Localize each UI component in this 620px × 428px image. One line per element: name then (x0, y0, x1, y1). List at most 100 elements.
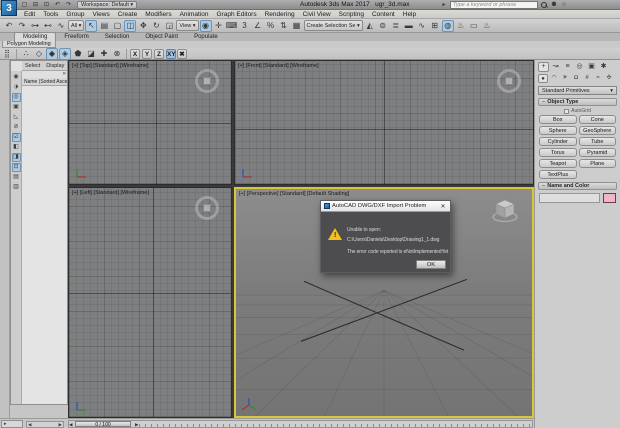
primitive-button[interactable]: Plane (578, 159, 616, 168)
display-hidden-icon[interactable]: ▤ (12, 173, 21, 182)
search-collapse-icon[interactable]: ▸ (440, 1, 448, 9)
menu-item[interactable]: Graph Editors (213, 11, 261, 18)
geometry-category-icon[interactable]: ● (538, 74, 548, 83)
display-layers-icon[interactable]: ▥ (12, 183, 21, 192)
menu-item[interactable]: Create (114, 11, 142, 18)
name-color-rollout-header[interactable]: − Name and Color (538, 182, 617, 190)
spinner-snap-icon[interactable]: ⇅ (278, 20, 290, 32)
hierarchy-tab-icon[interactable]: ≡ (562, 62, 573, 72)
viewport-front[interactable]: [+] [Front] [Standard] [Wireframe] (234, 60, 534, 185)
ribbon-tab[interactable]: Object Paint (137, 33, 186, 41)
subobject-element-icon[interactable]: ⬟ (72, 48, 84, 60)
menu-item[interactable]: Modifiers (141, 11, 175, 18)
select-and-link-icon[interactable]: ⊶ (29, 20, 41, 32)
ok-button[interactable]: OK (416, 260, 446, 269)
menu-item[interactable]: Views (88, 11, 113, 18)
select-and-manipulate-icon[interactable]: ✛ (213, 20, 225, 32)
new-scene-icon[interactable]: ▢ (20, 1, 29, 9)
next-frame-icon[interactable]: ▶ (135, 422, 138, 428)
systems-category-icon[interactable]: ✣ (604, 74, 614, 83)
undo-icon[interactable]: ↶ (3, 20, 15, 32)
reference-coordinate-dropdown[interactable]: View ▾ (176, 20, 199, 31)
primitive-button[interactable]: TextPlus (539, 170, 577, 179)
align-icon[interactable]: ⊜ (377, 20, 389, 32)
primitive-button[interactable]: Sphere (539, 126, 577, 135)
workspace-dropdown[interactable]: Workspace: Default ▾ (77, 0, 138, 9)
select-and-scale-icon[interactable]: ◲ (163, 20, 175, 32)
ribbon-grid-icon[interactable]: ⣿ (1, 48, 13, 60)
cameras-category-icon[interactable]: ◘ (571, 74, 581, 83)
restrict-none-button[interactable]: ✖ (177, 48, 187, 59)
ribbon-tab[interactable]: Populate (186, 33, 226, 41)
viewport-front-label[interactable]: [+] [Front] [Standard] [Wireframe] (238, 63, 319, 69)
curve-editor-icon[interactable]: ∿ (416, 20, 428, 32)
angle-snap-icon[interactable]: ∠ (252, 20, 264, 32)
ribbon-tab[interactable]: Selection (97, 33, 138, 41)
viewcube-3d-icon[interactable] (490, 197, 520, 225)
primitive-button[interactable]: Torus (539, 148, 577, 157)
display-frozen-icon[interactable]: ⊡ (11, 163, 21, 172)
modify-tab-icon[interactable]: ↝ (550, 62, 561, 72)
menu-item[interactable]: Content (368, 11, 399, 18)
display-tab-icon[interactable]: ▣ (586, 62, 597, 72)
explorer-object-list[interactable] (22, 86, 67, 404)
utilities-tab-icon[interactable]: ✱ (598, 62, 609, 72)
motion-tab-icon[interactable]: ◎ (574, 62, 585, 72)
time-slider-track[interactable]: ◀ 0 / 100 ▶ (68, 420, 533, 428)
viewport-left-label[interactable]: [+] [Left] [Standard] [Wireframe] (72, 190, 149, 196)
undo-quick-icon[interactable]: ↶ (53, 1, 62, 9)
object-color-swatch[interactable] (603, 193, 616, 203)
use-pivot-point-center-icon[interactable]: ◉ (199, 19, 212, 32)
previous-frame-icon[interactable]: ◀ (69, 422, 72, 428)
time-slider-handle[interactable]: 0 / 100 (75, 421, 131, 428)
menu-item[interactable]: Scripting (335, 11, 368, 18)
edit-named-selection-sets-icon[interactable]: ▦ (291, 20, 303, 32)
bind-to-space-warp-icon[interactable]: ∿ (55, 20, 67, 32)
ribbon-tab[interactable]: Modeling (14, 32, 57, 41)
primitive-button[interactable]: Box (539, 115, 577, 124)
viewport-top[interactable]: [+] [Top] [Standard] [Wireframe] (68, 60, 232, 185)
primitive-button[interactable]: Tube (578, 137, 616, 146)
ribbon-tab[interactable]: Freeform (56, 33, 96, 41)
pivot-mode-icon[interactable]: ◪ (85, 48, 97, 60)
open-file-icon[interactable]: ⊟ (31, 1, 40, 9)
scroll-right-icon[interactable]: ▶ (59, 422, 62, 427)
explorer-menu-item[interactable]: Select (22, 63, 43, 69)
selection-filter-dropdown[interactable]: All ▾ (68, 20, 85, 31)
render-setup-icon[interactable]: ♨ (455, 20, 467, 32)
viewport-perspective-label[interactable]: [+] [Perspective] [Standard] [Default Sh… (239, 191, 349, 197)
autogrid-checkbox[interactable] (564, 108, 570, 114)
explorer-horizontal-scrollbar[interactable]: ◀ ▶ (26, 421, 64, 428)
display-shapes-icon[interactable]: ◎ (11, 93, 21, 102)
display-helpers-icon[interactable]: ⊘ (12, 123, 21, 132)
render-production-icon[interactable]: ♨ (481, 20, 493, 32)
named-selection-sets-dropdown[interactable]: Create Selection Se ▾ (303, 20, 363, 31)
application-menu-button[interactable]: 3 (1, 0, 17, 16)
lights-category-icon[interactable]: ☀ (560, 74, 570, 83)
material-editor-icon[interactable]: ◍ (441, 19, 454, 32)
rendered-frame-window-icon[interactable]: ▭ (468, 20, 480, 32)
object-name-field[interactable] (539, 193, 600, 203)
subobject-border-icon[interactable]: ◆ (46, 47, 58, 60)
select-object-icon[interactable]: ↖ (85, 19, 98, 32)
select-and-move-icon[interactable]: ✥ (137, 20, 149, 32)
display-lights-icon[interactable]: ▣ (12, 103, 21, 112)
keyboard-shortcut-override-icon[interactable]: ⌨ (226, 20, 238, 32)
unlink-selection-icon[interactable]: ⊷ (42, 20, 54, 32)
space-warps-category-icon[interactable]: ≈ (593, 74, 603, 83)
menu-item[interactable]: Edit (20, 11, 39, 18)
sign-in-icon[interactable]: ⚉ (550, 1, 558, 9)
explorer-menu-item[interactable]: Display (43, 63, 67, 69)
primitive-button[interactable]: GeoSphere (578, 126, 616, 135)
restrict-z-button[interactable]: Z (154, 48, 164, 59)
primitive-button[interactable]: Teapot (539, 159, 577, 168)
menu-item[interactable]: Rendering (261, 11, 299, 18)
select-and-rotate-icon[interactable]: ↻ (150, 20, 162, 32)
object-type-rollout-header[interactable]: − Object Type (538, 98, 617, 106)
preview-selection-icon[interactable]: ✚ (98, 48, 110, 60)
viewcube-icon[interactable] (195, 69, 219, 93)
layer-manager-icon[interactable]: ≣ (390, 20, 402, 32)
display-materials-icon[interactable]: ☑ (11, 133, 21, 142)
mirror-icon[interactable]: ◭ (364, 20, 376, 32)
viewcube-icon[interactable] (497, 69, 521, 93)
